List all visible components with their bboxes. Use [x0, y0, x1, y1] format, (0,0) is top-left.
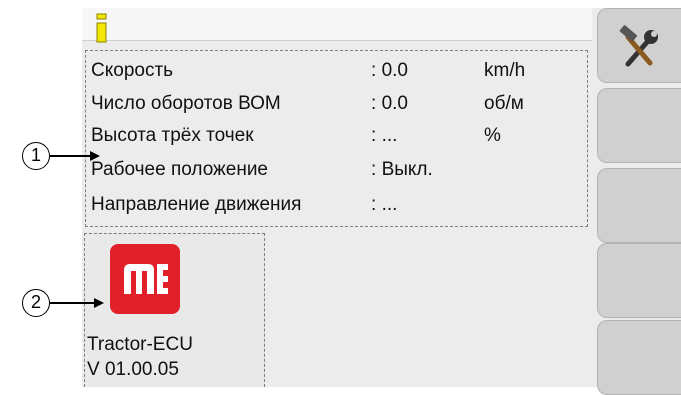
softkey-3[interactable] [597, 168, 681, 243]
row-label: Высота трёх точек [91, 125, 254, 146]
ecu-version: V 01.00.05 [87, 359, 179, 380]
status-panel: Скорость : 0.0 km/h Число оборотов ВОМ :… [85, 50, 588, 227]
row-label: Рабочее положение [91, 159, 268, 180]
row-label: Число оборотов ВОМ [91, 93, 281, 114]
row-label: Направление движения [91, 194, 302, 215]
tools-icon [619, 25, 658, 67]
pto-speed-row: Число оборотов ВОМ : 0.0 об/м [91, 89, 586, 119]
row-value: : 0.0 [371, 60, 408, 81]
callout-2: 2 [22, 289, 50, 317]
callout-1-arrow [50, 155, 92, 157]
row-unit: об/м [484, 93, 524, 114]
row-value: : ... [371, 125, 398, 146]
me-logo [110, 244, 180, 314]
row-label: Скорость [91, 60, 174, 81]
speed-row: Скорость : 0.0 km/h [91, 56, 586, 86]
row-unit: km/h [484, 60, 526, 81]
hitch-height-row: Высота трёх точек : ... % [91, 121, 586, 151]
settings-softkey[interactable] [597, 8, 681, 83]
softkey-4[interactable] [597, 243, 681, 318]
direction-row: Направление движения : ... [91, 190, 586, 220]
ecu-name: Tractor-ECU [87, 334, 193, 355]
row-unit: % [484, 125, 501, 146]
top-bar [82, 8, 592, 41]
info-icon[interactable] [92, 12, 112, 44]
softkey-5[interactable] [597, 320, 681, 395]
callout-2-arrowhead [94, 298, 104, 308]
working-position-row: Рабочее положение : Выкл. [91, 155, 586, 185]
softkey-bar [597, 8, 681, 395]
callout-1-arrowhead [90, 151, 100, 161]
ecu-panel[interactable]: Tractor-ECU V 01.00.05 [84, 233, 265, 387]
softkey-2[interactable] [597, 88, 681, 163]
row-value: : ... [371, 194, 398, 215]
row-value: : 0.0 [371, 93, 408, 114]
callout-1: 1 [22, 142, 50, 170]
row-value: : Выкл. [371, 159, 433, 180]
callout-2-arrow [50, 302, 96, 304]
